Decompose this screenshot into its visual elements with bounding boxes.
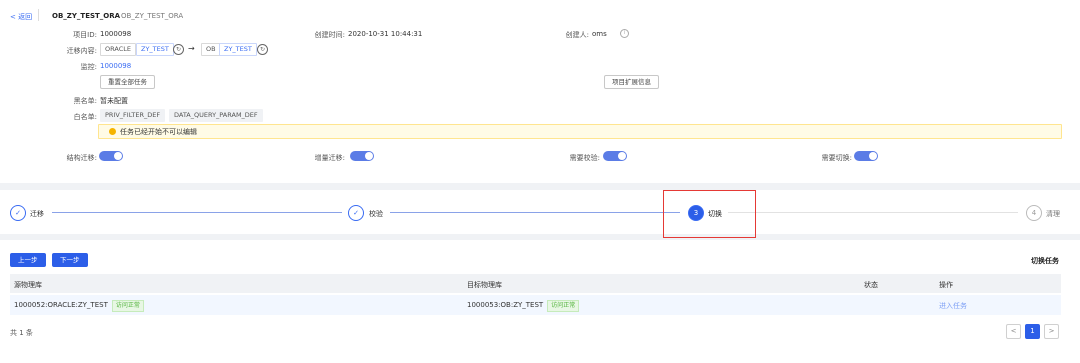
prev-step-button[interactable]: 上一步: [10, 253, 46, 267]
source-type-tag: ORACLE: [100, 43, 136, 56]
project-name: OB_ZY_TEST_ORA: [52, 12, 121, 20]
step-cleanup-circle: 4: [1026, 205, 1042, 221]
creator-label: 创建人:: [565, 31, 589, 39]
incremental-migration-label: 增量迁移:: [314, 154, 345, 162]
target-cell: 1000053:OB:ZY_TEST 访问正常: [467, 300, 580, 312]
project-subtitle: OB_ZY_TEST_ORA: [121, 12, 184, 20]
reset-all-tasks-button[interactable]: 重置全部任务: [100, 75, 155, 89]
column-header-status: 状态: [864, 281, 878, 289]
back-link[interactable]: < 返回: [10, 12, 32, 22]
step-verify-check-icon: ✓: [348, 205, 364, 221]
step-verify-label: 校验: [369, 210, 383, 218]
table-row: 1000052:ORACLE:ZY_TEST 访问正常 1000053:OB:ZY…: [10, 295, 1061, 315]
whitelist-tag: DATA_QUERY_PARAM_DEF: [169, 109, 263, 122]
blacklist-value: 暂未配置: [100, 97, 128, 105]
switch-label: 需要切换:: [821, 154, 852, 162]
divider: [38, 9, 39, 21]
step-connector: [390, 212, 680, 213]
page-1-button[interactable]: 1: [1025, 324, 1040, 339]
step-connector: [52, 212, 342, 213]
created-value: 2020-10-31 10:44:31: [348, 30, 423, 38]
target-db-tag: ZY_TEST: [219, 43, 257, 56]
project-id-label: 项目ID:: [73, 31, 97, 39]
project-extension-info-button[interactable]: 项目扩展信息: [604, 75, 659, 89]
verify-toggle[interactable]: [603, 151, 627, 161]
warning-text: 任务已经开始不可以编辑: [120, 128, 197, 136]
warning-alert: 任务已经开始不可以编辑: [98, 124, 1062, 139]
info-icon[interactable]: i: [620, 29, 629, 38]
blacklist-label: 黑名单:: [73, 97, 97, 105]
whitelist-label: 白名单:: [73, 113, 97, 121]
source-db-name: 1000052:ORACLE:ZY_TEST: [14, 301, 108, 309]
column-header-action: 操作: [939, 281, 953, 289]
monitor-link[interactable]: 1000098: [100, 62, 131, 70]
project-info-panel: [0, 0, 1080, 183]
target-status-badge: 访问正常: [547, 300, 580, 312]
prev-page-button[interactable]: <: [1006, 324, 1021, 339]
switch-toggle[interactable]: [854, 151, 878, 161]
structure-migration-toggle[interactable]: [99, 151, 123, 161]
column-header-target: 目标物理库: [467, 281, 502, 289]
migration-content-label: 迁移内容:: [66, 47, 97, 55]
target-type-tag: OB: [201, 43, 221, 56]
whitelist-tag: PRIV_FILTER_DEF: [100, 109, 166, 122]
step-migration-label: 迁移: [30, 210, 44, 218]
sync-icon[interactable]: ↻: [173, 44, 184, 55]
column-header-source: 源物理库: [14, 281, 42, 289]
verify-label: 需要校验:: [569, 154, 600, 162]
source-status-badge: 访问正常: [111, 300, 144, 312]
section-title: 切换任务: [1031, 257, 1059, 265]
step-migration-check-icon: ✓: [10, 205, 26, 221]
monitor-label: 监控:: [80, 63, 97, 71]
step-connector: [728, 212, 1018, 213]
arrow-right-icon: →: [188, 44, 195, 53]
source-cell: 1000052:ORACLE:ZY_TEST 访问正常: [14, 300, 144, 312]
table-header: 源物理库 目标物理库 状态 操作: [10, 274, 1061, 293]
project-id-value: 1000098: [100, 30, 132, 38]
total-count: 共 1 条: [10, 329, 33, 337]
sync-icon[interactable]: ↻: [257, 44, 268, 55]
next-page-button[interactable]: >: [1044, 324, 1059, 339]
incremental-migration-toggle[interactable]: [350, 151, 374, 161]
target-db-name: 1000053:OB:ZY_TEST: [467, 301, 544, 309]
creator-value: oms: [592, 30, 607, 38]
structure-migration-label: 结构迁移:: [66, 154, 97, 162]
enter-task-link[interactable]: 进入任务: [939, 301, 967, 311]
next-step-button[interactable]: 下一步: [52, 253, 88, 267]
step-cleanup-label: 清理: [1046, 210, 1060, 218]
highlight-box: [663, 190, 756, 238]
created-label: 创建时间:: [314, 31, 345, 39]
source-db-tag: ZY_TEST: [136, 43, 174, 56]
warning-icon: [109, 128, 116, 135]
